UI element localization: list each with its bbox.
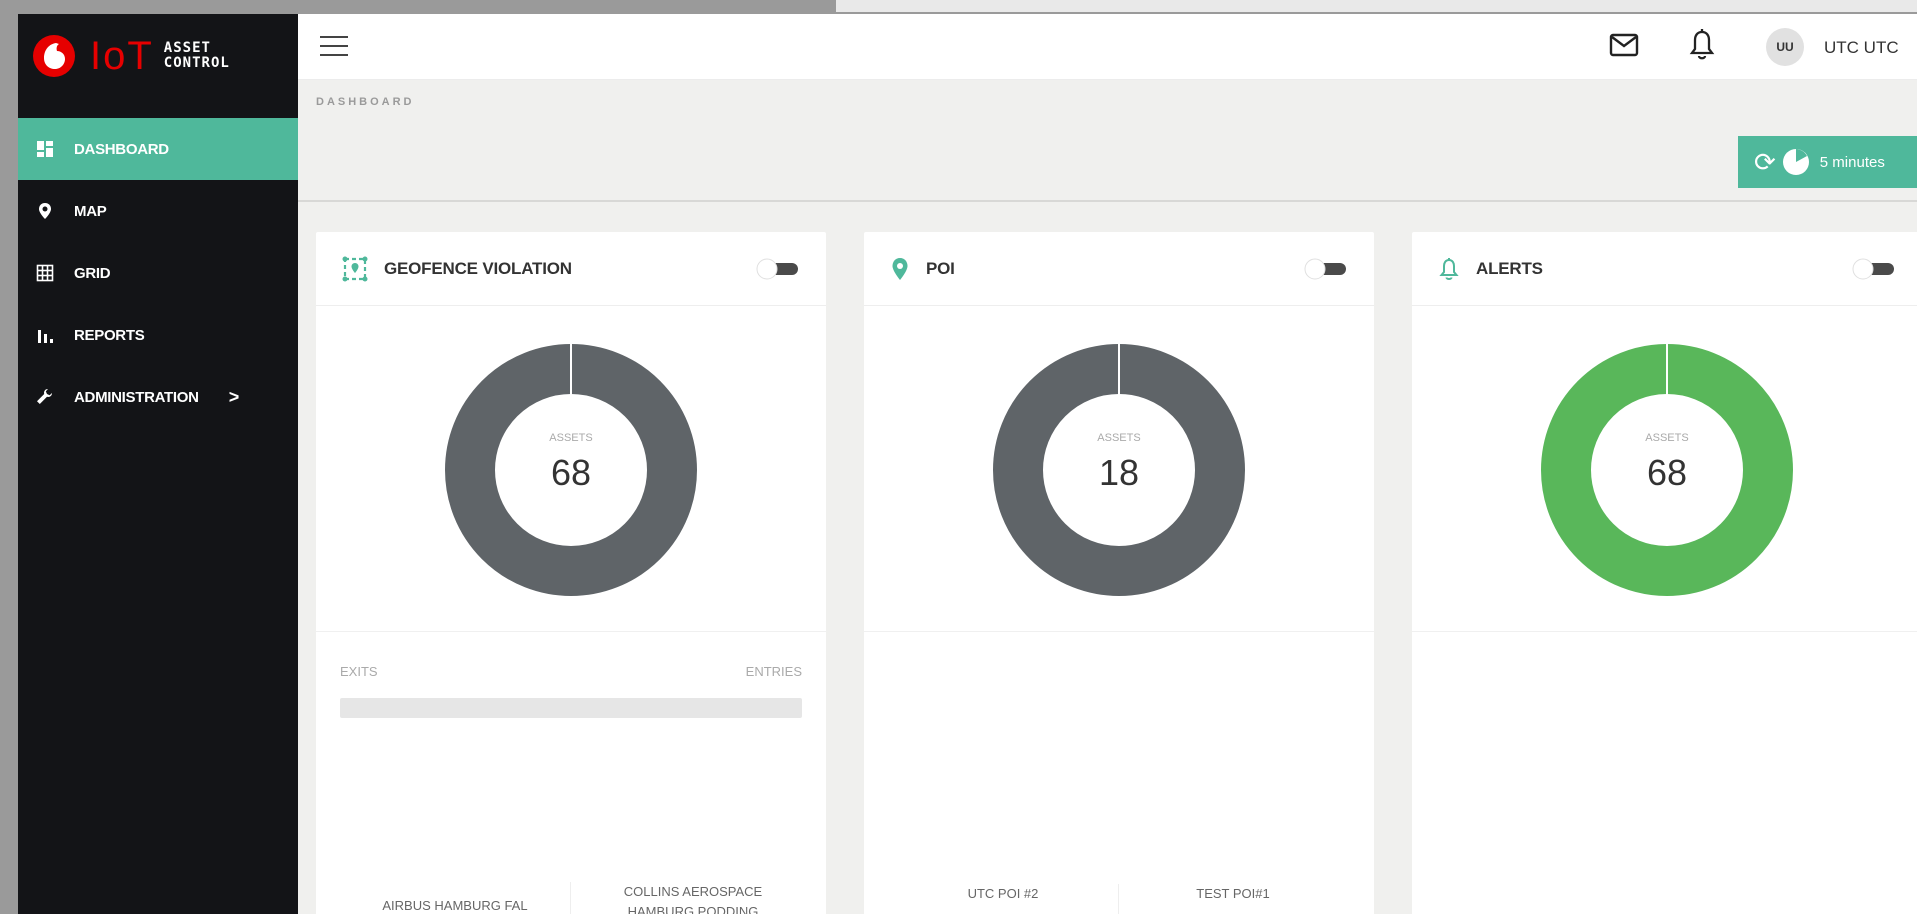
stat-collins-aerospace[interactable]: COLLINS AEROSPACE HAMBURG PODDING 0 (578, 882, 808, 914)
vodafone-logo-icon (33, 35, 75, 77)
exits-label: EXITS (340, 664, 378, 679)
exits-entries-labels: EXITS ENTRIES (340, 664, 802, 679)
stat-value: 14 (888, 910, 1118, 914)
sidebar-item-label: ADMINISTRATION (74, 388, 199, 406)
refresh-interval-button[interactable]: ⟳ 5 minutes (1738, 136, 1917, 188)
card-poi: POI ASSETS 18 UTC POI #2 14 TEST POI#1 4 (864, 232, 1374, 914)
brand-iot-text: IoT (90, 34, 154, 78)
donut-value: 18 (1098, 452, 1140, 493)
stat-airbus-hamburg-fal[interactable]: AIRBUS HAMBURG FAL 0 (340, 896, 570, 914)
avatar[interactable]: UU (1766, 28, 1804, 66)
card-header: ALERTS (1412, 232, 1917, 306)
stat-value: 4 (1118, 910, 1348, 914)
breadcrumb: DASHBOARD (316, 96, 415, 108)
donut-label: ASSETS (549, 432, 593, 444)
toggle-switch[interactable] (1304, 258, 1350, 280)
stat-separator (570, 882, 571, 914)
bar-chart-icon (34, 324, 56, 346)
bell-icon (1439, 257, 1459, 280)
grid-icon (34, 262, 56, 284)
sidebar-item-label: GRID (74, 264, 111, 282)
sidebar-item-label: MAP (74, 202, 107, 220)
donut-chart-area: ASSETS 18 (864, 306, 1374, 632)
sidebar: IoT ASSET CONTROL DASHBOARD MAP GRID REP… (18, 14, 298, 914)
refresh-interval-label: 5 minutes (1819, 153, 1885, 171)
card-title: ALERTS (1476, 258, 1543, 278)
brand-subtitle: ASSET CONTROL (163, 40, 230, 71)
sidebar-item-label: REPORTS (74, 326, 145, 344)
card-alerts: ALERTS ASSETS 68 (1412, 232, 1917, 914)
exits-entries-bar (340, 698, 802, 718)
card-geofence-violation: GEOFENCE VIOLATION ASSETS 68 EXITS ENTRI… (316, 232, 826, 914)
card-header: POI (864, 232, 1374, 306)
stat-label: UTC POI #2 (967, 886, 1039, 901)
sidebar-item-reports[interactable]: REPORTS (18, 304, 298, 366)
timer-pie-icon (1782, 149, 1809, 175)
toggle-switch[interactable] (1852, 258, 1898, 280)
main-content: DASHBOARD ⟳ 5 minutes GEOFENCE VIOLATION (298, 80, 1917, 914)
sidebar-item-map[interactable]: MAP (18, 180, 298, 242)
card-header: GEOFENCE VIOLATION (316, 232, 826, 306)
sidebar-item-label: DASHBOARD (74, 140, 169, 158)
stat-utc-poi-2[interactable]: UTC POI #2 14 (888, 884, 1118, 914)
map-pin-icon (34, 200, 56, 222)
content-divider (298, 200, 1917, 202)
map-pin-icon (892, 257, 908, 280)
donut-chart-area: ASSETS 68 (1412, 306, 1917, 632)
donut-value: 68 (550, 452, 592, 493)
donut-value: 68 (1646, 452, 1688, 493)
card-title: GEOFENCE VIOLATION (384, 258, 572, 278)
stat-label: AIRBUS HAMBURG FAL (382, 898, 528, 913)
wrench-icon (34, 386, 56, 408)
bell-icon[interactable] (1688, 28, 1716, 62)
sidebar-item-administration[interactable]: ADMINISTRATION > (18, 366, 298, 428)
top-header: UU UTC UTC (298, 14, 1917, 80)
stat-label: COLLINS AEROSPACE HAMBURG PODDING (623, 884, 763, 914)
geofence-icon (342, 256, 368, 281)
window-top-bar (836, 0, 1917, 12)
mail-icon[interactable] (1609, 32, 1639, 58)
menu-toggle-icon[interactable] (320, 36, 348, 58)
user-name[interactable]: UTC UTC (1824, 38, 1899, 58)
dashboard-icon (34, 138, 56, 160)
donut-label: ASSETS (1097, 432, 1141, 444)
toggle-switch[interactable] (756, 258, 802, 280)
stat-test-poi-1[interactable]: TEST POI#1 4 (1118, 884, 1348, 914)
donut-chart-area: ASSETS 68 (316, 306, 826, 632)
stat-label: TEST POI#1 (1196, 886, 1270, 901)
card-title: POI (926, 258, 955, 278)
chevron-right-icon: > (228, 386, 240, 407)
sidebar-nav: DASHBOARD MAP GRID REPORTS ADMINISTRATIO… (18, 118, 298, 428)
brand-logo[interactable]: IoT ASSET CONTROL (32, 26, 230, 86)
entries-label: ENTRIES (745, 664, 802, 679)
donut-label: ASSETS (1645, 432, 1689, 444)
refresh-icon: ⟳ (1754, 146, 1776, 177)
sidebar-item-dashboard[interactable]: DASHBOARD (18, 118, 298, 180)
sidebar-item-grid[interactable]: GRID (18, 242, 298, 304)
